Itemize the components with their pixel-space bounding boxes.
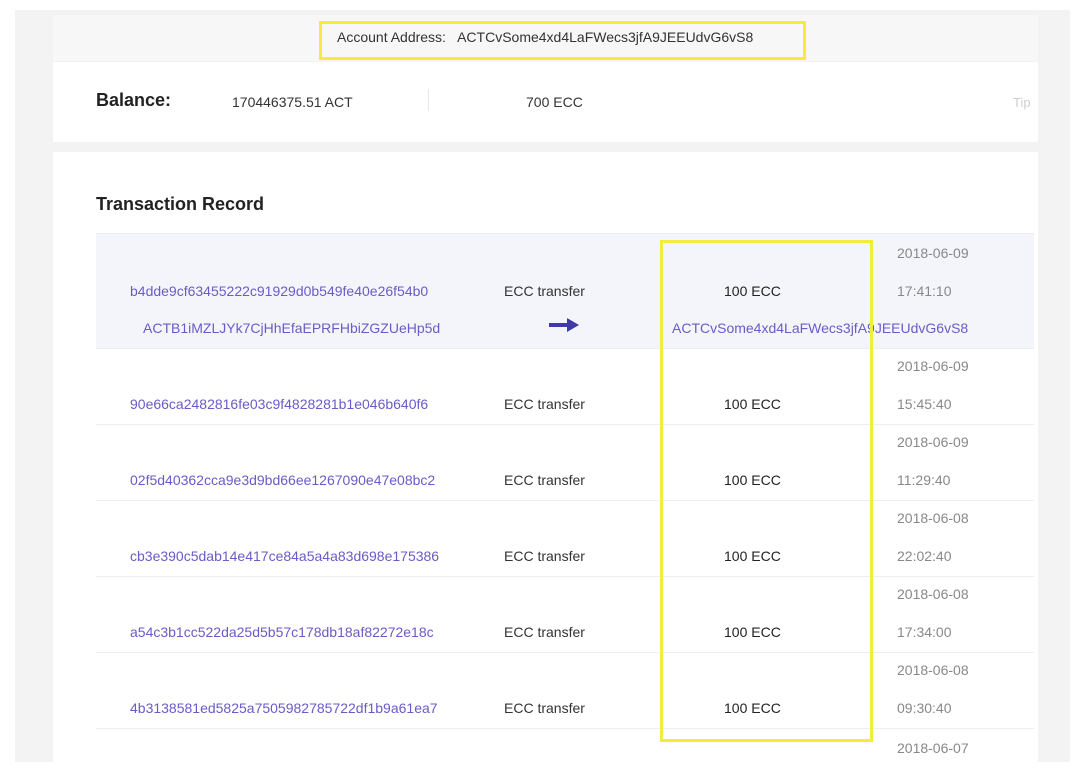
table-row[interactable]: 2018-06-08 cb3e390c5dab14e417ce84a5a4a83… — [96, 500, 1034, 576]
highlight-box-address — [319, 21, 806, 60]
tx-hash-link[interactable]: cb3e390c5dab14e417ce84a5a4a83d698e175386 — [130, 548, 439, 564]
tx-time: 11:29:40 — [897, 472, 951, 488]
tx-type: ECC transfer — [504, 396, 585, 412]
tx-date: 2018-06-09 — [897, 245, 969, 261]
tx-time: 17:34:00 — [897, 624, 952, 640]
tx-time: 15:45:40 — [897, 396, 952, 412]
tx-date: 2018-06-08 — [897, 510, 969, 526]
tx-date: 2018-06-07 — [897, 740, 969, 756]
arrow-right-icon — [549, 318, 579, 332]
balance-act: 170446375.51 ACT — [232, 94, 353, 110]
tx-type: ECC transfer — [504, 283, 585, 299]
tx-date: 2018-06-09 — [897, 358, 969, 374]
tx-time: 09:30:40 — [897, 700, 952, 716]
tx-hash-link[interactable]: 4b3138581ed5825a7505982785722df1b9a61ea7 — [130, 700, 438, 716]
tx-date: 2018-06-08 — [897, 662, 969, 678]
tx-type: ECC transfer — [504, 548, 585, 564]
tx-time: 17:41:10 — [897, 283, 952, 299]
tx-date: 2018-06-09 — [897, 434, 969, 450]
table-row[interactable]: 2018-06-08 a54c3b1cc522da25d5b57c178db18… — [96, 576, 1034, 652]
tx-from-address-link[interactable]: ACTB1iMZLJYk7CjHhEfaEPRFHbiZGZUeHp5d — [143, 320, 440, 336]
tx-type: ECC transfer — [504, 700, 585, 716]
table-row[interactable]: 2018-06-09 b4dde9cf63455222c91929d0b549f… — [96, 233, 1034, 348]
tx-type: ECC transfer — [504, 624, 585, 640]
balance-ecc: 700 ECC — [526, 94, 583, 110]
highlight-box-amounts — [660, 240, 873, 742]
transaction-table: 2018-06-09 b4dde9cf63455222c91929d0b549f… — [96, 233, 1034, 769]
tx-type: ECC transfer — [504, 472, 585, 488]
balance-divider — [428, 89, 429, 111]
table-row[interactable]: 2018-06-07 — [96, 728, 1034, 769]
table-row[interactable]: 2018-06-08 4b3138581ed5825a7505982785722… — [96, 652, 1034, 728]
transaction-record-title: Transaction Record — [96, 194, 265, 214]
balance-title: Balance: — [96, 90, 172, 110]
tx-hash-link[interactable]: 02f5d40362cca9e3d9bd66ee1267090e47e08bc2 — [130, 472, 435, 488]
tip-link[interactable]: Tip — [1013, 95, 1031, 110]
table-row[interactable]: 2018-06-09 02f5d40362cca9e3d9bd66ee12670… — [96, 424, 1034, 500]
tx-hash-link[interactable]: 90e66ca2482816fe03c9f4828281b1e046b640f6 — [130, 396, 428, 412]
table-row[interactable]: 2018-06-09 90e66ca2482816fe03c9f4828281b… — [96, 348, 1034, 424]
tx-time: 22:02:40 — [897, 548, 952, 564]
tx-hash-link[interactable]: b4dde9cf63455222c91929d0b549fe40e26f54b0 — [130, 283, 428, 299]
tx-date: 2018-06-08 — [897, 586, 969, 602]
tx-hash-link[interactable]: a54c3b1cc522da25d5b57c178db18af82272e18c — [130, 624, 434, 640]
